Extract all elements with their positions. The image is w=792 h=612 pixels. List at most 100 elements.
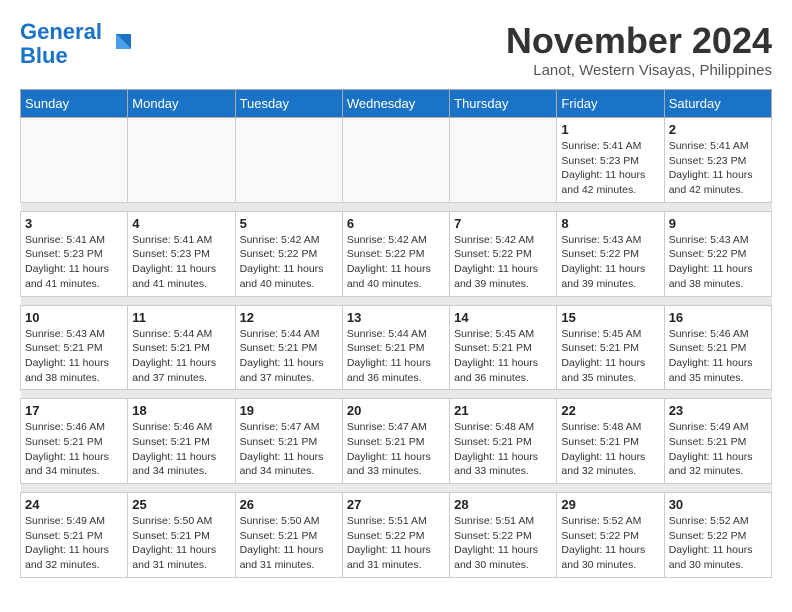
logo-icon — [106, 29, 136, 59]
calendar-body: 1 Sunrise: 5:41 AM Sunset: 5:23 PM Daylig… — [21, 118, 772, 578]
calendar-table: SundayMondayTuesdayWednesdayThursdayFrid… — [20, 89, 772, 578]
day-number: 11 — [132, 310, 230, 325]
calendar-cell: 22 Sunrise: 5:48 AM Sunset: 5:21 PM Dayli… — [557, 399, 664, 484]
row-spacer — [21, 202, 772, 211]
calendar-cell: 4 Sunrise: 5:41 AM Sunset: 5:23 PM Daylig… — [128, 211, 235, 296]
day-info: Sunrise: 5:47 AM Sunset: 5:21 PM Dayligh… — [347, 420, 445, 479]
calendar-cell: 1Sunrise: 5:41 AM Sunset: 5:23 PM Daylig… — [557, 118, 664, 203]
day-number: 26 — [240, 497, 338, 512]
day-number: 30 — [669, 497, 767, 512]
calendar-week-row: 1Sunrise: 5:41 AM Sunset: 5:23 PM Daylig… — [21, 118, 772, 203]
day-info: Sunrise: 5:51 AM Sunset: 5:22 PM Dayligh… — [454, 514, 552, 573]
location-title: Lanot, Western Visayas, Philippines — [506, 62, 772, 79]
day-number: 7 — [454, 216, 552, 231]
calendar-cell: 21 Sunrise: 5:48 AM Sunset: 5:21 PM Dayli… — [450, 399, 557, 484]
logo-line1: General — [20, 19, 102, 44]
weekday-header-cell: Monday — [128, 90, 235, 118]
calendar-cell: 5 Sunrise: 5:42 AM Sunset: 5:22 PM Daylig… — [235, 211, 342, 296]
day-info: Sunrise: 5:42 AM Sunset: 5:22 PM Dayligh… — [454, 233, 552, 292]
day-number: 12 — [240, 310, 338, 325]
calendar-cell — [21, 118, 128, 203]
day-number: 1 — [561, 122, 659, 137]
calendar-cell: 6Sunrise: 5:42 AM Sunset: 5:22 PM Daylig… — [342, 211, 449, 296]
calendar-cell: 16Sunrise: 5:46 AM Sunset: 5:21 PM Dayli… — [664, 305, 771, 390]
calendar-cell: 13 Sunrise: 5:44 AM Sunset: 5:21 PM Dayli… — [342, 305, 449, 390]
weekday-header-row: SundayMondayTuesdayWednesdayThursdayFrid… — [21, 90, 772, 118]
day-info: Sunrise: 5:41 AM Sunset: 5:23 PM Dayligh… — [132, 233, 230, 292]
day-number: 16 — [669, 310, 767, 325]
calendar-cell: 9 Sunrise: 5:43 AM Sunset: 5:22 PM Daylig… — [664, 211, 771, 296]
weekday-header-cell: Tuesday — [235, 90, 342, 118]
row-spacer — [21, 390, 772, 399]
day-number: 23 — [669, 403, 767, 418]
day-number: 3 — [25, 216, 123, 231]
day-info: Sunrise: 5:49 AM Sunset: 5:21 PM Dayligh… — [25, 514, 123, 573]
day-number: 8 — [561, 216, 659, 231]
day-info: Sunrise: 5:44 AM Sunset: 5:21 PM Dayligh… — [132, 327, 230, 386]
day-number: 20 — [347, 403, 445, 418]
row-spacer — [21, 296, 772, 305]
day-info: Sunrise: 5:44 AM Sunset: 5:21 PM Dayligh… — [240, 327, 338, 386]
weekday-header-cell: Wednesday — [342, 90, 449, 118]
day-number: 6 — [347, 216, 445, 231]
day-number: 9 — [669, 216, 767, 231]
logo: General Blue — [20, 20, 136, 68]
day-info: Sunrise: 5:52 AM Sunset: 5:22 PM Dayligh… — [561, 514, 659, 573]
calendar-cell: 27 Sunrise: 5:51 AM Sunset: 5:22 PM Dayli… — [342, 493, 449, 578]
day-info: Sunrise: 5:44 AM Sunset: 5:21 PM Dayligh… — [347, 327, 445, 386]
day-info: Sunrise: 5:48 AM Sunset: 5:21 PM Dayligh… — [561, 420, 659, 479]
calendar-cell: 14Sunrise: 5:45 AM Sunset: 5:21 PM Dayli… — [450, 305, 557, 390]
row-spacer — [21, 484, 772, 493]
day-info: Sunrise: 5:48 AM Sunset: 5:21 PM Dayligh… — [454, 420, 552, 479]
day-number: 24 — [25, 497, 123, 512]
day-number: 5 — [240, 216, 338, 231]
calendar-cell — [128, 118, 235, 203]
day-number: 25 — [132, 497, 230, 512]
calendar-cell: 10 Sunrise: 5:43 AM Sunset: 5:21 PM Dayli… — [21, 305, 128, 390]
day-number: 13 — [347, 310, 445, 325]
calendar-cell: 2Sunrise: 5:41 AM Sunset: 5:23 PM Daylig… — [664, 118, 771, 203]
day-number: 19 — [240, 403, 338, 418]
calendar-cell: 17Sunrise: 5:46 AM Sunset: 5:21 PM Dayli… — [21, 399, 128, 484]
day-number: 18 — [132, 403, 230, 418]
day-info: Sunrise: 5:46 AM Sunset: 5:21 PM Dayligh… — [25, 420, 123, 479]
calendar-cell: 24 Sunrise: 5:49 AM Sunset: 5:21 PM Dayli… — [21, 493, 128, 578]
calendar-cell — [450, 118, 557, 203]
day-info: Sunrise: 5:50 AM Sunset: 5:21 PM Dayligh… — [240, 514, 338, 573]
day-number: 10 — [25, 310, 123, 325]
day-number: 4 — [132, 216, 230, 231]
day-info: Sunrise: 5:43 AM Sunset: 5:21 PM Dayligh… — [25, 327, 123, 386]
calendar-cell — [342, 118, 449, 203]
day-info: Sunrise: 5:43 AM Sunset: 5:22 PM Dayligh… — [561, 233, 659, 292]
day-info: Sunrise: 5:52 AM Sunset: 5:22 PM Dayligh… — [669, 514, 767, 573]
day-number: 15 — [561, 310, 659, 325]
day-info: Sunrise: 5:46 AM Sunset: 5:21 PM Dayligh… — [132, 420, 230, 479]
calendar-week-row: 3 Sunrise: 5:41 AM Sunset: 5:23 PM Daylig… — [21, 211, 772, 296]
calendar-cell — [235, 118, 342, 203]
calendar-cell: 15 Sunrise: 5:45 AM Sunset: 5:21 PM Dayli… — [557, 305, 664, 390]
day-number: 27 — [347, 497, 445, 512]
weekday-header-cell: Thursday — [450, 90, 557, 118]
weekday-header-cell: Saturday — [664, 90, 771, 118]
title-area: November 2024 Lanot, Western Visayas, Ph… — [506, 20, 772, 79]
day-number: 2 — [669, 122, 767, 137]
calendar-cell: 29Sunrise: 5:52 AM Sunset: 5:22 PM Dayli… — [557, 493, 664, 578]
day-info: Sunrise: 5:41 AM Sunset: 5:23 PM Dayligh… — [25, 233, 123, 292]
logo-text: General Blue — [20, 20, 102, 68]
day-info: Sunrise: 5:51 AM Sunset: 5:22 PM Dayligh… — [347, 514, 445, 573]
calendar-cell: 19Sunrise: 5:47 AM Sunset: 5:21 PM Dayli… — [235, 399, 342, 484]
calendar-week-row: 24 Sunrise: 5:49 AM Sunset: 5:21 PM Dayli… — [21, 493, 772, 578]
day-info: Sunrise: 5:45 AM Sunset: 5:21 PM Dayligh… — [561, 327, 659, 386]
day-number: 21 — [454, 403, 552, 418]
day-number: 28 — [454, 497, 552, 512]
calendar-week-row: 10 Sunrise: 5:43 AM Sunset: 5:21 PM Dayli… — [21, 305, 772, 390]
day-number: 22 — [561, 403, 659, 418]
weekday-header-cell: Sunday — [21, 90, 128, 118]
day-info: Sunrise: 5:42 AM Sunset: 5:22 PM Dayligh… — [240, 233, 338, 292]
calendar-cell: 25Sunrise: 5:50 AM Sunset: 5:21 PM Dayli… — [128, 493, 235, 578]
calendar-cell: 12 Sunrise: 5:44 AM Sunset: 5:21 PM Dayli… — [235, 305, 342, 390]
weekday-header-cell: Friday — [557, 90, 664, 118]
calendar-cell: 23Sunrise: 5:49 AM Sunset: 5:21 PM Dayli… — [664, 399, 771, 484]
calendar-cell: 28 Sunrise: 5:51 AM Sunset: 5:22 PM Dayli… — [450, 493, 557, 578]
day-info: Sunrise: 5:43 AM Sunset: 5:22 PM Dayligh… — [669, 233, 767, 292]
